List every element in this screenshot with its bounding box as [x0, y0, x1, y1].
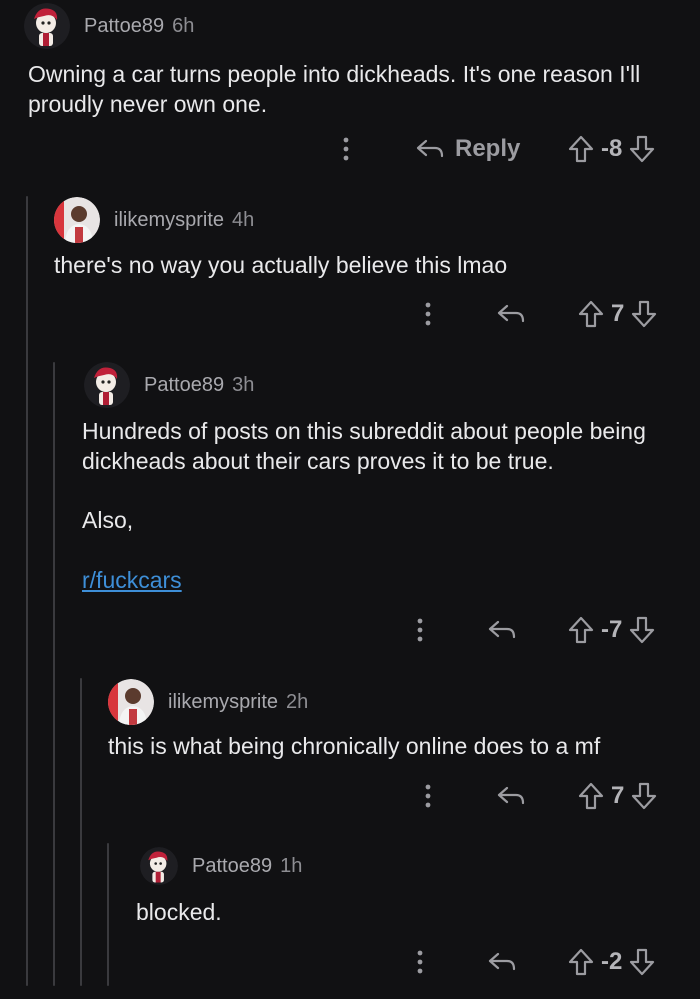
username[interactable]: Pattoe89 — [144, 374, 224, 397]
vote-controls: 7 — [577, 299, 658, 329]
downvote-arrow-icon[interactable] — [628, 615, 656, 645]
upvote-arrow-icon[interactable] — [567, 947, 595, 977]
username[interactable]: Pattoe89 — [192, 855, 272, 878]
comment-actions: Reply -8 — [0, 129, 700, 169]
comment-body: there's no way you actually believe this… — [54, 252, 508, 278]
thread-line[interactable] — [80, 678, 82, 986]
vote-score: 7 — [611, 782, 625, 809]
more-vertical-icon[interactable] — [418, 299, 438, 329]
comment-actions: -7 — [0, 610, 700, 650]
reply-button[interactable]: Reply — [415, 135, 520, 163]
more-vertical-icon[interactable] — [418, 781, 438, 811]
vote-controls: -7 — [567, 615, 656, 645]
downvote-arrow-icon[interactable] — [628, 947, 656, 977]
vote-score: 7 — [611, 300, 625, 327]
reply-arrow-icon — [497, 304, 525, 323]
comment-actions: 7 — [0, 776, 700, 816]
reply-arrow-icon — [488, 620, 516, 639]
comment-meta: Pattoe89 1h — [140, 846, 302, 886]
upvote-arrow-icon[interactable] — [567, 615, 595, 645]
vote-score: -2 — [601, 948, 623, 975]
vote-score: -8 — [601, 135, 623, 162]
reply-arrow-icon — [416, 139, 444, 158]
username[interactable]: ilikemysprite — [168, 691, 278, 714]
reply-button[interactable] — [487, 950, 517, 974]
vote-score: -7 — [601, 616, 623, 643]
reply-button[interactable] — [496, 784, 526, 808]
comment-body: Hundreds of posts on this subreddit abou… — [82, 418, 646, 474]
timestamp: 1h — [280, 854, 303, 877]
comment-actions: -2 — [0, 942, 700, 982]
timestamp: 4h — [232, 208, 255, 231]
comment-meta: Pattoe89 6h — [24, 3, 195, 49]
comment-meta: Pattoe89 3h — [84, 362, 255, 408]
vote-controls: -8 — [567, 134, 656, 164]
thread-line[interactable] — [53, 362, 55, 986]
snoo-avatar[interactable] — [84, 362, 130, 408]
reply-arrow-icon — [488, 952, 516, 971]
snoo-avatar[interactable] — [24, 3, 70, 49]
comment-body: blocked. — [136, 899, 222, 925]
vote-controls: -2 — [567, 947, 656, 977]
downvote-arrow-icon[interactable] — [630, 299, 658, 329]
downvote-arrow-icon[interactable] — [630, 781, 658, 811]
comment-meta: ilikemysprite 2h — [108, 679, 309, 725]
comment-body-continued: Also, — [82, 507, 134, 533]
more-vertical-icon[interactable] — [336, 134, 356, 164]
timestamp: 6h — [172, 14, 195, 37]
more-vertical-icon[interactable] — [410, 947, 430, 977]
comment-body: Owning a car turns people into dickheads… — [28, 61, 641, 117]
user-avatar[interactable] — [108, 679, 154, 725]
reply-button[interactable] — [487, 618, 517, 642]
user-avatar[interactable] — [54, 197, 100, 243]
subreddit-link[interactable]: r/fuckcars — [82, 565, 182, 595]
more-vertical-icon[interactable] — [410, 615, 430, 645]
comment-meta: ilikemysprite 4h — [54, 197, 255, 243]
timestamp: 3h — [232, 373, 255, 396]
upvote-arrow-icon[interactable] — [567, 134, 595, 164]
reply-label: Reply — [455, 135, 521, 162]
upvote-arrow-icon[interactable] — [577, 781, 605, 811]
reply-button[interactable] — [496, 302, 526, 326]
username[interactable]: Pattoe89 — [84, 15, 164, 38]
comment-body: this is what being chronically online do… — [108, 733, 601, 759]
username[interactable]: ilikemysprite — [114, 209, 224, 232]
snoo-avatar[interactable] — [140, 847, 178, 885]
vote-controls: 7 — [577, 781, 658, 811]
timestamp: 2h — [286, 690, 309, 713]
upvote-arrow-icon[interactable] — [577, 299, 605, 329]
comment-actions: 7 — [0, 294, 700, 334]
reply-arrow-icon — [497, 786, 525, 805]
downvote-arrow-icon[interactable] — [628, 134, 656, 164]
